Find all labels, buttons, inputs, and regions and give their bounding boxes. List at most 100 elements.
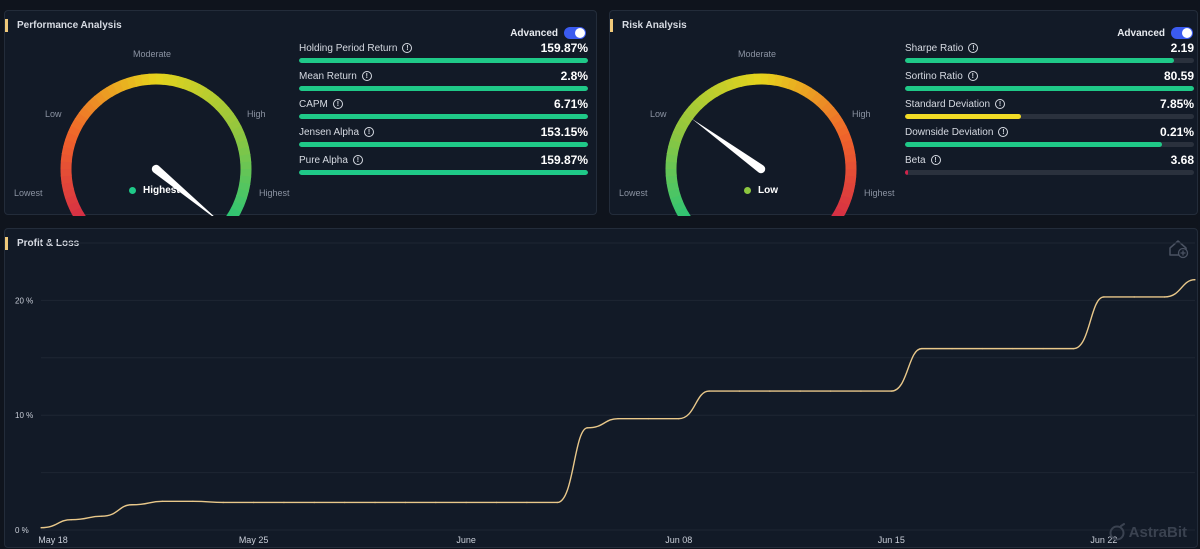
watermark-text: AstraBit — [1128, 523, 1187, 541]
pnl-data-point — [495, 501, 498, 504]
metric-row: Beta! 3.68 — [905, 153, 1194, 175]
gauge-arc-segment — [93, 91, 108, 105]
gauge-arc-segment — [711, 83, 724, 97]
profit-loss-chart: 0 %10 %20 %May 18 May 25 June Jun 08 Jun 15 J… — [15, 242, 1196, 545]
metric-head: Standard Deviation! 7.85% — [905, 97, 1194, 111]
pnl-data-point — [40, 526, 42, 529]
metric-label: Jensen Alpha! — [299, 127, 375, 138]
gauge-arc-segment — [230, 201, 245, 214]
gauge-arc-segment — [194, 83, 207, 98]
metric-head: Jensen Alpha! 153.15% — [299, 125, 588, 139]
pnl-data-point — [799, 390, 802, 392]
toggle-switch[interactable] — [1171, 27, 1193, 39]
gauge-arc-segment — [188, 80, 201, 95]
info-icon[interactable]: ! — [930, 155, 941, 165]
gauge-arc-segment — [833, 119, 847, 132]
status-dot-icon — [129, 187, 136, 194]
gauge-arc-segment — [220, 106, 234, 121]
gauge-arc-segment — [835, 201, 850, 214]
gauge-arc-segment — [133, 74, 144, 87]
metric-progress-bar — [299, 170, 588, 175]
gauge-label-highest: Highest — [864, 188, 895, 198]
y-tick-label: 10 % — [15, 411, 33, 420]
x-tick-label: May 25 — [239, 535, 269, 545]
gauge-arc-segment — [704, 86, 718, 101]
gauge-label-lowest: Lowest — [619, 188, 648, 198]
metric-value: 3.68 — [1170, 153, 1194, 167]
risk-advanced-toggle[interactable]: Advanced — [1117, 27, 1193, 39]
advanced-label: Advanced — [510, 27, 558, 39]
metric-progress-fill — [299, 86, 588, 91]
pnl-data-point — [313, 501, 316, 504]
metric-label-text: Pure Alpha — [299, 154, 348, 166]
info-icon[interactable]: ! — [967, 71, 978, 81]
metric-head: CAPM! 6.71% — [299, 97, 588, 111]
gauge-arc-segment — [162, 73, 173, 86]
x-tick-label: Jun 08 — [665, 535, 692, 545]
pnl-data-point — [343, 501, 346, 504]
gauge-arc-segment — [738, 74, 749, 87]
info-icon[interactable]: ! — [364, 127, 375, 137]
gauge-arc-segment — [64, 194, 78, 206]
info-icon[interactable]: ! — [995, 99, 1006, 109]
pnl-data-point — [131, 503, 133, 506]
metric-label-text: CAPM — [299, 98, 328, 110]
metric-head: Pure Alpha! 159.87% — [299, 153, 588, 167]
metric-label: Pure Alpha! — [299, 155, 363, 166]
metric-progress-fill — [905, 114, 1021, 119]
gauge-arc-segment — [825, 106, 839, 121]
gauge-arc-segment — [224, 112, 239, 126]
gauge-arc-segment — [693, 95, 707, 110]
gauge-arc-segment — [236, 188, 249, 200]
gauge-arc-segment — [724, 77, 736, 91]
gauge-arc-segment — [793, 80, 806, 95]
info-icon[interactable]: ! — [998, 127, 1009, 137]
pnl-data-point — [1194, 278, 1196, 281]
metric-progress-bar — [905, 114, 1194, 119]
gauge-arc-segment — [844, 154, 857, 164]
info-icon[interactable]: ! — [332, 99, 343, 109]
metric-head: Downside Deviation! 0.21% — [905, 125, 1194, 139]
metric-label: CAPM! — [299, 99, 343, 110]
metric-head: Beta! 3.68 — [905, 153, 1194, 167]
gauge-arc-segment — [112, 80, 125, 94]
pnl-data-point — [617, 417, 619, 420]
gauge-arc-segment — [74, 111, 89, 125]
pnl-data-point — [860, 390, 862, 392]
pnl-data-point — [283, 501, 285, 504]
gauge-arc-segment — [61, 145, 75, 156]
info-icon[interactable]: ! — [968, 43, 979, 53]
info-icon[interactable]: ! — [352, 155, 363, 165]
gauge-arc-segment — [119, 77, 131, 91]
pnl-data-point — [647, 417, 650, 420]
metric-head: Sortino Ratio! 80.59 — [905, 69, 1194, 83]
pnl-data-point — [161, 500, 164, 503]
toggle-switch[interactable] — [564, 27, 586, 39]
metric-label-text: Sortino Ratio — [905, 70, 963, 82]
pnl-data-point — [829, 390, 832, 392]
y-tick-label: 20 % — [15, 296, 33, 305]
gauge-arc-segment — [841, 139, 855, 151]
gauge-arc-segment — [731, 75, 743, 89]
gauge-arc-segment — [239, 154, 252, 164]
gauge-arc-segment — [836, 125, 850, 138]
pnl-data-point — [769, 390, 771, 392]
risk-metrics: Sharpe Ratio! 2.19 Sortino Ratio! 80.59 Stan… — [905, 41, 1194, 191]
pnl-data-point — [1042, 347, 1044, 350]
metric-row: Jensen Alpha! 153.15% — [299, 125, 588, 147]
pnl-data-point — [434, 501, 437, 504]
gauge-arc-segment — [665, 174, 678, 184]
gauge-arc-segment — [60, 152, 73, 163]
performance-advanced-toggle[interactable]: Advanced — [510, 27, 586, 39]
gauge-arc-segment — [670, 131, 684, 143]
pnl-data-point — [252, 501, 255, 504]
info-icon[interactable]: ! — [361, 71, 372, 81]
gauge-arc-segment — [669, 194, 683, 206]
gauge-needle — [691, 118, 766, 174]
pnl-data-point — [100, 515, 103, 518]
pnl-data-point — [708, 390, 710, 392]
info-icon[interactable]: ! — [402, 43, 413, 53]
metric-value: 2.19 — [1170, 41, 1194, 55]
gauge-arc-segment — [215, 101, 230, 115]
gauge-arc-segment — [83, 100, 97, 115]
